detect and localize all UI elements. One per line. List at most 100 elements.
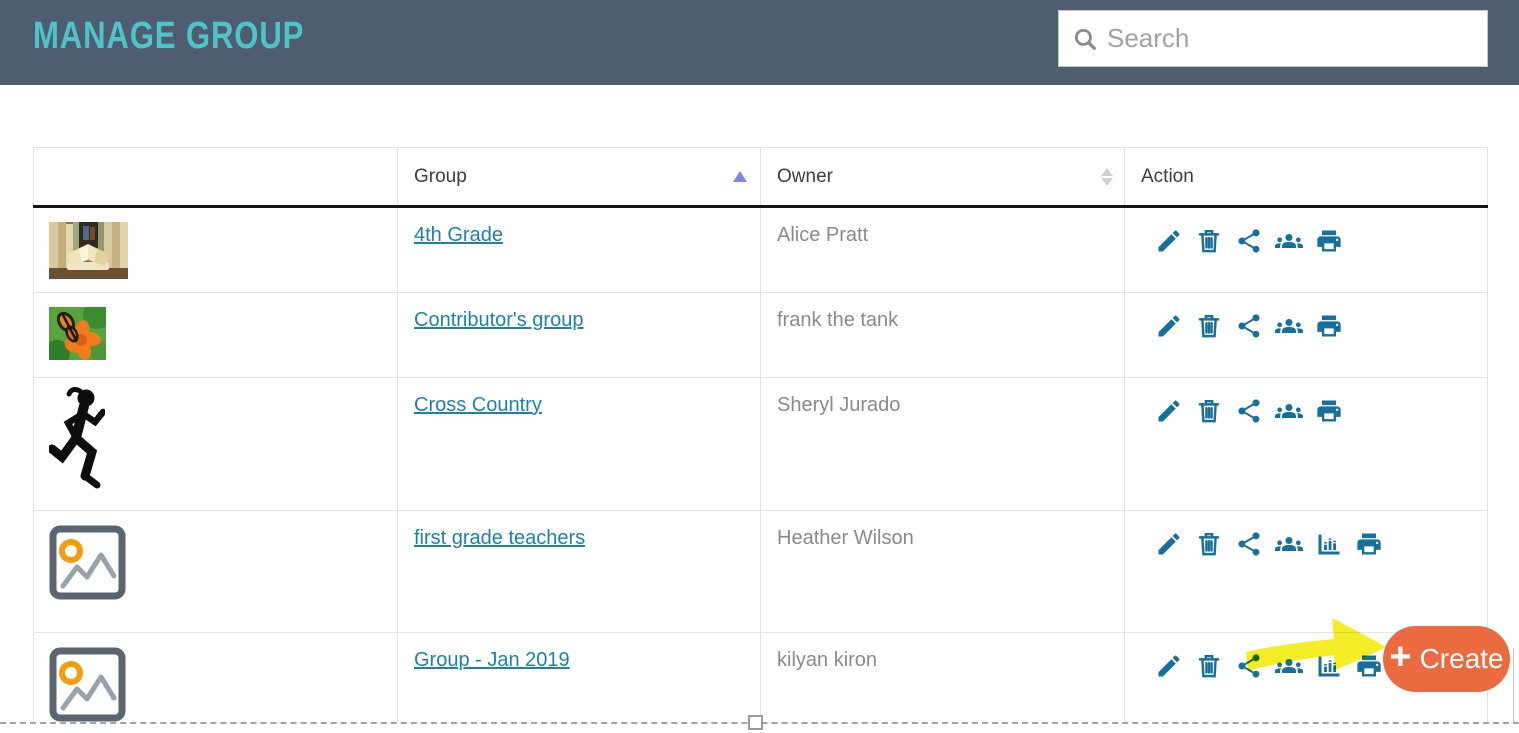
group-link[interactable]: Group - Jan 2019 [414, 649, 570, 671]
pencil-icon [1155, 397, 1183, 425]
action-buttons [1155, 312, 1487, 340]
group-link[interactable]: 4th Grade [414, 224, 503, 246]
share-button[interactable] [1235, 227, 1263, 255]
pencil-icon [1155, 652, 1183, 680]
table-header-row: Group Owner Action [33, 147, 1488, 208]
bar-chart-icon [1315, 530, 1343, 558]
owner-text: Heather Wilson [760, 510, 1125, 633]
open-books-photo [49, 222, 128, 279]
manage-group-page: MANAGE GROUP Group Owner [0, 0, 1519, 722]
delete-button[interactable] [1195, 530, 1223, 558]
group-thumbnail-cell [33, 292, 398, 378]
trash-icon [1195, 652, 1223, 680]
plus-icon: + [1389, 636, 1412, 678]
owner-text: frank the tank [760, 292, 1125, 378]
share-icon [1235, 530, 1263, 558]
search-icon [1074, 28, 1096, 50]
pencil-icon [1155, 227, 1183, 255]
group-link[interactable]: Contributor's group [414, 309, 583, 331]
group-link[interactable]: Cross Country [414, 394, 542, 416]
table-row: Cross Country Sheryl Jurado [33, 377, 1488, 511]
members-button[interactable] [1275, 227, 1303, 255]
share-button[interactable] [1235, 652, 1263, 680]
members-button[interactable] [1275, 652, 1303, 680]
members-button[interactable] [1275, 312, 1303, 340]
members-button[interactable] [1275, 397, 1303, 425]
delete-button[interactable] [1195, 312, 1223, 340]
print-button[interactable] [1315, 397, 1343, 425]
delete-button[interactable] [1195, 397, 1223, 425]
create-button[interactable]: + Create [1383, 626, 1510, 692]
printer-icon [1315, 397, 1343, 425]
share-icon [1235, 312, 1263, 340]
print-button[interactable] [1355, 652, 1383, 680]
members-button[interactable] [1275, 530, 1303, 558]
runner-silhouette [47, 387, 107, 489]
search-box [1058, 10, 1488, 67]
printer-icon [1315, 312, 1343, 340]
table-row: Group - Jan 2019 kilyan kiron [33, 632, 1488, 722]
search-input[interactable] [1107, 23, 1457, 54]
owner-text: Sheryl Jurado [760, 377, 1125, 511]
print-button[interactable] [1315, 227, 1343, 255]
pencil-icon [1155, 530, 1183, 558]
trash-icon [1195, 227, 1223, 255]
column-header-action: Action [1124, 147, 1488, 208]
delete-button[interactable] [1195, 652, 1223, 680]
edit-button[interactable] [1155, 227, 1183, 255]
users-icon [1275, 227, 1303, 255]
table-row: 4th Grade Alice Pratt [33, 206, 1488, 293]
owner-text: kilyan kiron [760, 632, 1125, 722]
edit-button[interactable] [1155, 652, 1183, 680]
group-thumbnail-cell [33, 377, 398, 511]
share-icon [1235, 652, 1263, 680]
header-bar: MANAGE GROUP [0, 0, 1519, 85]
trash-icon [1195, 530, 1223, 558]
create-button-label: Create [1419, 643, 1504, 674]
butterfly-flower-photo [44, 301, 111, 366]
print-button[interactable] [1355, 530, 1383, 558]
pencil-icon [1155, 312, 1183, 340]
delete-button[interactable] [1195, 227, 1223, 255]
image-placeholder-icon [49, 525, 126, 600]
group-thumbnail-cell [33, 510, 398, 633]
trash-icon [1195, 312, 1223, 340]
share-icon [1235, 397, 1263, 425]
users-icon [1275, 397, 1303, 425]
bar-chart-icon [1315, 652, 1343, 680]
column-header-group-label: Group [414, 165, 467, 187]
group-thumbnail-cell [33, 206, 398, 293]
group-thumbnail-cell [33, 632, 398, 722]
share-button[interactable] [1235, 397, 1263, 425]
share-icon [1235, 227, 1263, 255]
image-placeholder-icon [49, 647, 126, 722]
column-header-action-label: Action [1141, 165, 1194, 187]
column-header-group[interactable]: Group [397, 147, 761, 208]
sort-unsorted-icon [1101, 167, 1113, 186]
action-buttons [1155, 530, 1487, 558]
print-button[interactable] [1315, 312, 1343, 340]
page-title: MANAGE GROUP [33, 15, 305, 57]
users-icon [1275, 530, 1303, 558]
stats-button[interactable] [1315, 530, 1343, 558]
printer-icon [1315, 227, 1343, 255]
column-header-image [33, 147, 398, 208]
users-icon [1275, 652, 1303, 680]
edit-button[interactable] [1155, 397, 1183, 425]
owner-text: Alice Pratt [760, 206, 1125, 293]
edit-button[interactable] [1155, 530, 1183, 558]
table-row: first grade teachers Heather Wilson [33, 510, 1488, 633]
column-header-owner[interactable]: Owner [760, 147, 1125, 208]
stats-button[interactable] [1315, 652, 1343, 680]
action-buttons [1155, 227, 1487, 255]
table-row: Contributor's group frank the tank [33, 292, 1488, 378]
groups-table: Group Owner Action 4th Grade Alice Pratt… [33, 147, 1488, 722]
column-header-owner-label: Owner [777, 165, 833, 187]
sort-ascending-icon [733, 170, 747, 182]
edit-button[interactable] [1155, 312, 1183, 340]
group-link[interactable]: first grade teachers [414, 527, 585, 549]
users-icon [1275, 312, 1303, 340]
resize-handle[interactable] [748, 715, 763, 730]
share-button[interactable] [1235, 312, 1263, 340]
share-button[interactable] [1235, 530, 1263, 558]
